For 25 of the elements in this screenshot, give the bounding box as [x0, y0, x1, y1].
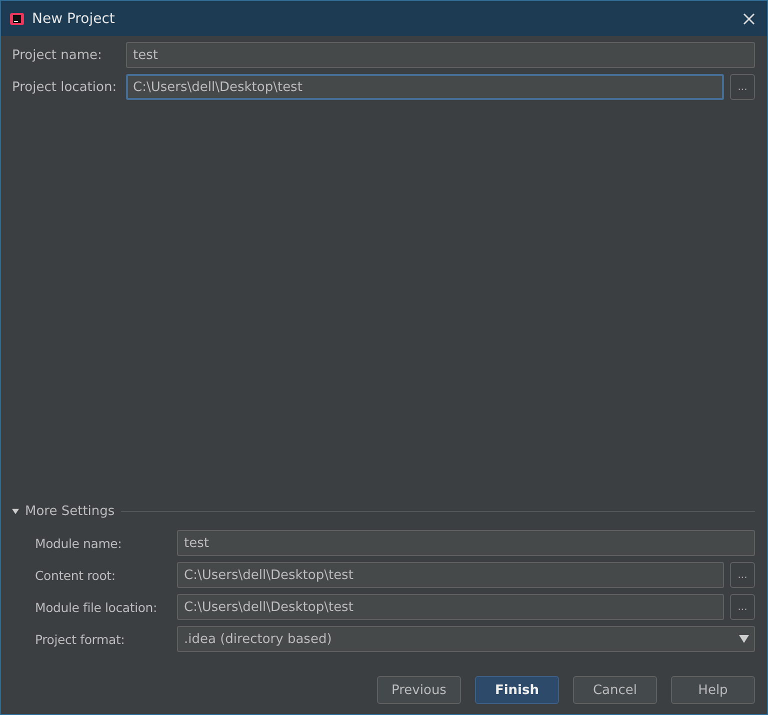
- field-label: Module file location:: [35, 600, 158, 614]
- input-field[interactable]: C:\Users\dell\Desktop\test: [177, 562, 724, 588]
- caret-icon: [739, 635, 749, 643]
- input-field[interactable]: test: [177, 530, 755, 556]
- expand-arrow-icon[interactable]: [12, 508, 19, 514]
- input-field[interactable]: C:\Users\dell\Desktop\test: [177, 594, 724, 620]
- window-title: New Project: [32, 10, 116, 26]
- dialog-button[interactable]: Cancel: [573, 676, 657, 704]
- format-dropdown[interactable]: .idea (directory based): [177, 626, 755, 652]
- input-field[interactable]: test: [126, 42, 755, 68]
- app-logo-icon: [10, 12, 24, 26]
- field-label: Content root:: [35, 568, 116, 582]
- dialog-button[interactable]: Finish: [475, 676, 559, 704]
- field-label: Module name:: [35, 536, 123, 550]
- dialog-button[interactable]: Previous: [377, 676, 461, 704]
- input-field[interactable]: C:\Users\dell\Desktop\test: [126, 74, 724, 100]
- section-toggle[interactable]: More Settings: [25, 504, 115, 518]
- field-label: Project location:: [12, 80, 118, 94]
- close-icon[interactable]: [743, 12, 755, 24]
- browse-button[interactable]: ...: [730, 594, 755, 620]
- field-label: Project format:: [35, 632, 126, 646]
- browse-button[interactable]: ...: [730, 74, 755, 100]
- browse-button[interactable]: ...: [730, 562, 755, 588]
- field-label: Project name:: [12, 48, 103, 62]
- dialog-button[interactable]: Help: [671, 676, 755, 704]
